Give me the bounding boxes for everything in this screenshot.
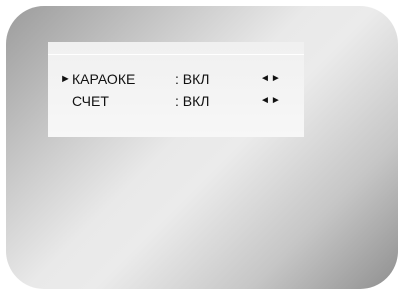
- panel-divider: [48, 54, 304, 55]
- tv-screen: ► КАРАОКЕ : ВКЛ ◄► СЧЕТ : ВКЛ ◄►: [6, 6, 398, 289]
- left-right-arrows-icon[interactable]: ◄►: [260, 70, 282, 88]
- menu-item-value: : ВКЛ: [175, 71, 210, 87]
- left-right-arrows-icon[interactable]: ◄►: [260, 92, 282, 110]
- menu-item-karaoke[interactable]: ► КАРАОКЕ : ВКЛ ◄►: [48, 70, 304, 88]
- menu-item-value: : ВКЛ: [175, 93, 210, 109]
- menu-item-score[interactable]: СЧЕТ : ВКЛ ◄►: [48, 92, 304, 110]
- menu-item-label: СЧЕТ: [72, 93, 109, 109]
- selection-cursor-icon: ►: [60, 73, 71, 85]
- menu-item-label: КАРАОКЕ: [72, 71, 136, 87]
- osd-menu-panel: ► КАРАОКЕ : ВКЛ ◄► СЧЕТ : ВКЛ ◄►: [48, 42, 304, 137]
